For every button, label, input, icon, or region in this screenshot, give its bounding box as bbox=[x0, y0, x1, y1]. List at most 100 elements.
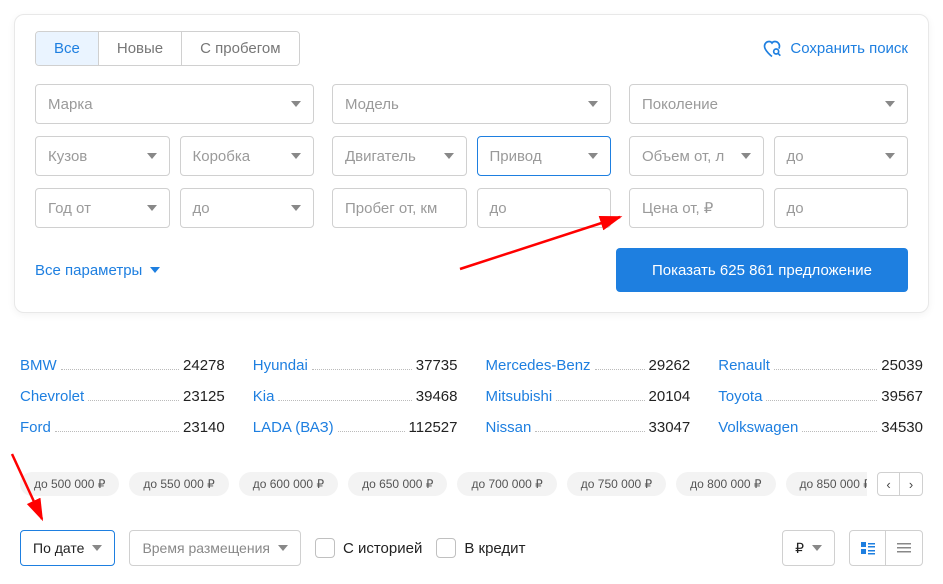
bottom-filters: По дате Время размещения С историей В кр… bbox=[20, 530, 923, 566]
volume-from-select[interactable]: Объем от, л bbox=[629, 136, 764, 176]
price-chip[interactable]: до 700 000 ₽ bbox=[457, 472, 556, 496]
label: Двигатель bbox=[345, 148, 416, 165]
sort-select[interactable]: По дате bbox=[20, 530, 115, 566]
label: В кредит bbox=[464, 540, 525, 557]
chevron-down-icon bbox=[885, 101, 895, 107]
brand-link[interactable]: Hyundai bbox=[253, 357, 308, 374]
brand-count: 37735 bbox=[416, 357, 458, 374]
price-from-input[interactable]: Цена от, ₽ bbox=[629, 188, 764, 228]
label: Объем от, л bbox=[642, 148, 724, 165]
price-to-input[interactable]: до bbox=[774, 188, 909, 228]
brand-count: 23140 bbox=[183, 419, 225, 436]
grid-icon bbox=[860, 540, 876, 556]
brand-link[interactable]: BMW bbox=[20, 357, 57, 374]
year-to-select[interactable]: до bbox=[180, 188, 315, 228]
brand-count: 34530 bbox=[881, 419, 923, 436]
year-from-select[interactable]: Год от bbox=[35, 188, 170, 228]
label: до bbox=[787, 148, 804, 165]
chip-prev-button[interactable]: ‹ bbox=[878, 473, 900, 495]
tab-new[interactable]: Новые bbox=[99, 32, 182, 65]
price-chip[interactable]: до 600 000 ₽ bbox=[239, 472, 338, 496]
price-chips: до 500 000 ₽ до 550 000 ₽ до 600 000 ₽ д… bbox=[20, 472, 867, 496]
volume-to-select[interactable]: до bbox=[774, 136, 909, 176]
chevron-down-icon bbox=[588, 153, 598, 159]
brand-count: 23125 bbox=[183, 388, 225, 405]
with-history-checkbox[interactable]: С историей bbox=[315, 538, 422, 558]
price-chip[interactable]: до 800 000 ₽ bbox=[676, 472, 775, 496]
label: Год от bbox=[48, 200, 91, 217]
brands-grid: BMW 24278 Chevrolet 23125 Ford 23140 Hyunda… bbox=[20, 357, 923, 450]
placeholder: до bbox=[787, 200, 804, 217]
mileage-to-input[interactable]: до bbox=[477, 188, 612, 228]
price-chip[interactable]: до 750 000 ₽ bbox=[567, 472, 666, 496]
save-search-label: Сохранить поиск bbox=[790, 40, 908, 57]
chevron-down-icon bbox=[291, 101, 301, 107]
brand-count: 39468 bbox=[416, 388, 458, 405]
brand-link[interactable]: Chevrolet bbox=[20, 388, 84, 405]
label: Все параметры bbox=[35, 262, 142, 279]
view-grid-button[interactable] bbox=[850, 531, 886, 565]
brand-link[interactable]: Kia bbox=[253, 388, 275, 405]
chip-next-button[interactable]: › bbox=[900, 473, 922, 495]
body-select[interactable]: Кузов bbox=[35, 136, 170, 176]
condition-tabs: Все Новые С пробегом bbox=[35, 31, 300, 66]
chevron-down-icon bbox=[885, 153, 895, 159]
price-chip[interactable]: до 500 000 ₽ bbox=[20, 472, 119, 496]
brand-link[interactable]: Ford bbox=[20, 419, 51, 436]
save-search-link[interactable]: Сохранить поиск bbox=[762, 39, 908, 59]
chevron-down-icon bbox=[444, 153, 454, 159]
post-time-select[interactable]: Время размещения bbox=[129, 530, 301, 566]
brand-link[interactable]: Nissan bbox=[486, 419, 532, 436]
mileage-from-input[interactable]: Пробег от, км bbox=[332, 188, 467, 228]
price-chips-row: до 500 000 ₽ до 550 000 ₽ до 600 000 ₽ д… bbox=[20, 472, 923, 496]
label: Марка bbox=[48, 96, 93, 113]
brand-link[interactable]: Mercedes-Benz bbox=[486, 357, 591, 374]
currency-select[interactable]: ₽ bbox=[782, 530, 835, 566]
checkbox-box bbox=[436, 538, 456, 558]
checkbox-box bbox=[315, 538, 335, 558]
label: Кузов bbox=[48, 148, 87, 165]
label: Поколение bbox=[642, 96, 718, 113]
engine-select[interactable]: Двигатель bbox=[332, 136, 467, 176]
placeholder: до bbox=[490, 200, 507, 217]
chevron-down-icon bbox=[588, 101, 598, 107]
price-chip[interactable]: до 850 000 ₽ bbox=[786, 472, 867, 496]
top-row: Все Новые С пробегом Сохранить поиск bbox=[35, 31, 908, 66]
model-select[interactable]: Модель bbox=[332, 84, 611, 124]
show-results-button[interactable]: Показать 625 861 предложение bbox=[616, 248, 908, 292]
brand-count: 112527 bbox=[409, 419, 458, 436]
label: По дате bbox=[33, 540, 84, 556]
brand-count: 33047 bbox=[649, 419, 691, 436]
label: Время размещения bbox=[142, 540, 270, 556]
brand-count: 39567 bbox=[881, 388, 923, 405]
view-toggle bbox=[849, 530, 923, 566]
generation-select[interactable]: Поколение bbox=[629, 84, 908, 124]
heart-search-icon bbox=[762, 39, 782, 59]
label: С историей bbox=[343, 540, 422, 557]
label: до bbox=[193, 200, 210, 217]
brand-select[interactable]: Марка bbox=[35, 84, 314, 124]
drive-select[interactable]: Привод bbox=[477, 136, 612, 176]
brand-count: 24278 bbox=[183, 357, 225, 374]
chevron-down-icon bbox=[291, 153, 301, 159]
list-icon bbox=[896, 540, 912, 556]
gearbox-select[interactable]: Коробка bbox=[180, 136, 315, 176]
brand-link[interactable]: Toyota bbox=[718, 388, 762, 405]
tab-used[interactable]: С пробегом bbox=[182, 32, 298, 65]
tab-all[interactable]: Все bbox=[36, 32, 99, 65]
brand-link[interactable]: Mitsubishi bbox=[486, 388, 553, 405]
price-chip[interactable]: до 650 000 ₽ bbox=[348, 472, 447, 496]
all-params-link[interactable]: Все параметры bbox=[35, 262, 160, 279]
chevron-down-icon bbox=[741, 153, 751, 159]
brand-link[interactable]: Renault bbox=[718, 357, 770, 374]
label: Модель bbox=[345, 96, 399, 113]
brand-link[interactable]: Volkswagen bbox=[718, 419, 798, 436]
brand-link[interactable]: LADA (ВАЗ) bbox=[253, 419, 334, 436]
view-list-button[interactable] bbox=[886, 531, 922, 565]
placeholder: Цена от, ₽ bbox=[642, 199, 713, 217]
chevron-down-icon bbox=[147, 205, 157, 211]
price-chip[interactable]: до 550 000 ₽ bbox=[129, 472, 228, 496]
on-credit-checkbox[interactable]: В кредит bbox=[436, 538, 525, 558]
search-card: Все Новые С пробегом Сохранить поиск Мар… bbox=[14, 14, 929, 313]
chevron-down-icon bbox=[147, 153, 157, 159]
